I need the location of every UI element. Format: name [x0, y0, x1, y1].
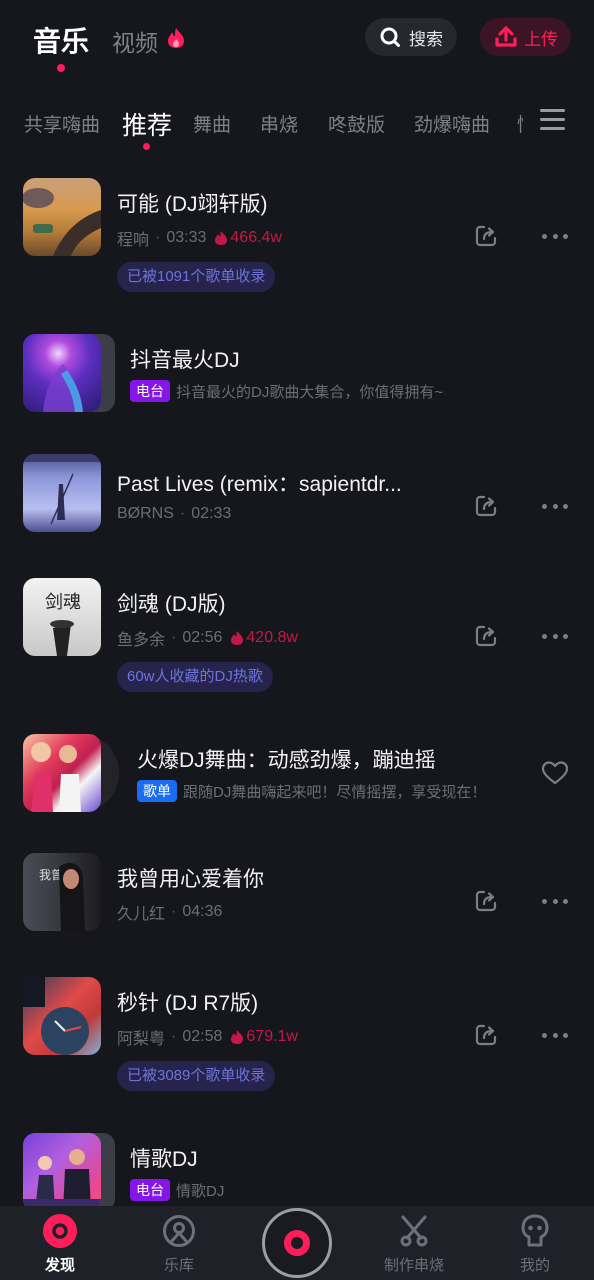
search-button[interactable]: 搜索: [365, 18, 457, 56]
discover-icon: [43, 1214, 77, 1248]
song-duration: 02:58: [182, 1028, 223, 1045]
playlist-cover: [23, 734, 119, 812]
tab-video[interactable]: 视频: [112, 24, 158, 58]
category-tab-medley[interactable]: 串烧: [260, 110, 298, 137]
share-icon[interactable]: [474, 889, 498, 913]
category-tab-dance[interactable]: 舞曲: [193, 110, 231, 137]
hamburger-menu-icon[interactable]: [540, 109, 565, 131]
radio-cover: [23, 334, 115, 412]
library-icon: [163, 1215, 195, 1247]
category-tab-explosive[interactable]: 劲爆嗨曲: [414, 110, 490, 137]
song-meta: 鱼多余 · 02:56 420.8w: [117, 626, 298, 650]
profile-icon: [521, 1214, 549, 1247]
radio-badge: 电台: [130, 1179, 170, 1201]
category-tab-drum[interactable]: 咚鼓版: [328, 110, 385, 137]
playlist-title[interactable]: 火爆DJ舞曲：动感劲爆，蹦迪摇: [137, 744, 436, 774]
nav-label: 制作串烧: [383, 1257, 444, 1274]
share-icon[interactable]: [474, 624, 498, 648]
radio-title[interactable]: 情歌DJ: [130, 1143, 198, 1173]
disc-center: [284, 1230, 310, 1256]
fire-icon: [215, 231, 228, 245]
upload-icon: [495, 26, 517, 47]
collection-tag: 60w人收藏的DJ热歌: [117, 662, 273, 692]
song-meta: 程响 · 03:33 466.4w: [117, 226, 282, 250]
category-tab-shared[interactable]: 共享嗨曲: [24, 110, 100, 137]
nav-make-medley[interactable]: 制作串烧: [374, 1206, 454, 1280]
heat-count: 679.1w: [230, 1028, 298, 1046]
nav-library[interactable]: 乐库: [139, 1206, 219, 1280]
fire-icon: [168, 28, 184, 48]
song-meta: 久儿红 · 04:36: [117, 900, 222, 924]
song-artist[interactable]: 阿梨粤: [117, 1025, 165, 1049]
song-duration: 02:33: [191, 505, 232, 522]
tab-music[interactable]: 音乐: [33, 20, 89, 60]
song-artist[interactable]: BØRNS: [117, 505, 174, 523]
nav-profile[interactable]: 我的: [495, 1206, 575, 1280]
share-icon[interactable]: [474, 224, 498, 248]
more-options-icon[interactable]: [542, 502, 568, 510]
radio-badge: 电台: [130, 380, 170, 402]
collection-tag: 已被1091个歌单收录: [117, 262, 276, 292]
search-icon: [380, 27, 400, 47]
song-title[interactable]: 我曾用心爱着你: [117, 863, 264, 893]
radio-description: 情歌DJ: [176, 1182, 225, 1200]
active-category-indicator: [143, 143, 150, 150]
radio-title[interactable]: 抖音最火DJ: [130, 344, 240, 374]
collection-tag: 已被3089个歌单收录: [117, 1061, 276, 1091]
upload-button[interactable]: 上传: [480, 18, 571, 56]
song-title[interactable]: 秒针 (DJ R7版): [117, 987, 258, 1017]
song-title[interactable]: 剑魂 (DJ版): [117, 588, 226, 618]
category-tabs: 共享嗨曲 推荐 舞曲 串烧 咚鼓版 劲爆嗨曲 情: [0, 96, 594, 156]
search-label: 搜索: [409, 29, 443, 49]
playlist-description: 跟随DJ舞曲嗨起来吧！尽情摇摆，享受现在！: [183, 783, 487, 801]
scissors-icon: [400, 1215, 428, 1247]
nav-label: 我的: [519, 1257, 550, 1274]
active-tab-indicator: [57, 64, 65, 72]
heat-count: 420.8w: [230, 629, 298, 647]
song-duration: 04:36: [182, 903, 223, 920]
playlist-badge: 歌单: [137, 780, 177, 802]
song-meta: BØRNS · 02:33: [117, 505, 232, 523]
playlist-meta: 歌单 跟随DJ舞曲嗨起来吧！尽情摇摆，享受现在！: [137, 780, 486, 802]
song-artist[interactable]: 鱼多余: [117, 626, 165, 650]
more-options-icon[interactable]: [542, 632, 568, 640]
radio-meta: 电台 情歌DJ: [130, 1179, 224, 1201]
nav-label: 发现: [44, 1257, 75, 1274]
upload-label: 上传: [524, 29, 558, 49]
top-bar: 音乐 视频 搜索 上传: [0, 0, 594, 80]
nav-discover[interactable]: 发现: [20, 1206, 100, 1280]
share-icon[interactable]: [474, 494, 498, 518]
song-duration: 02:56: [182, 629, 223, 646]
category-tab-recommended[interactable]: 推荐: [122, 106, 172, 142]
heart-icon[interactable]: [541, 760, 569, 786]
share-icon[interactable]: [474, 1023, 498, 1047]
song-meta: 阿梨粤 · 02:58 679.1w: [117, 1025, 298, 1049]
category-tab-love[interactable]: 情: [517, 110, 523, 137]
song-artist[interactable]: 久儿红: [117, 900, 165, 924]
radio-meta: 电台 抖音最火的DJ歌曲大集合，你值得拥有~: [130, 380, 443, 402]
radio-description: 抖音最火的DJ歌曲大集合，你值得拥有~: [176, 383, 444, 401]
song-duration: 03:33: [166, 229, 207, 246]
album-cover: [23, 977, 101, 1055]
more-options-icon[interactable]: [542, 232, 568, 240]
nav-label: 乐库: [163, 1257, 194, 1274]
heat-count: 466.4w: [214, 229, 282, 247]
song-title[interactable]: 可能 (DJ翊轩版): [117, 188, 268, 218]
more-options-icon[interactable]: [542, 897, 568, 905]
now-playing-disc-icon[interactable]: [262, 1208, 332, 1278]
radio-cover: [23, 1133, 115, 1211]
svg-text:剑魂: 剑魂: [45, 592, 81, 613]
song-title[interactable]: Past Lives (remix：sapientdr...: [117, 468, 402, 498]
fire-icon: [231, 1030, 244, 1044]
fire-icon: [231, 631, 244, 645]
album-cover: 剑魂: [23, 578, 101, 656]
album-cover: [23, 178, 101, 256]
album-cover: [23, 454, 101, 532]
song-artist[interactable]: 程响: [117, 226, 149, 250]
more-options-icon[interactable]: [542, 1031, 568, 1039]
album-cover: 我曾: [23, 853, 101, 931]
